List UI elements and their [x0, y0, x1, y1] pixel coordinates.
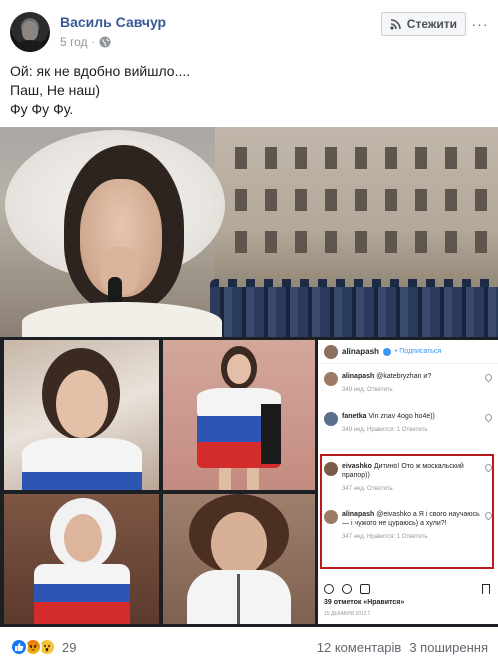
bookmark-icon [482, 584, 490, 594]
photo-tricolour-jacket [163, 340, 315, 490]
ig-comment-user: alinapash [342, 511, 375, 518]
heart-icon [483, 462, 494, 473]
facebook-post: Василь Савчур 5 год · Стежити ··· Ой: як… [0, 0, 498, 671]
rss-icon [390, 19, 401, 30]
more-options-icon[interactable]: ··· [472, 16, 488, 32]
video-still [0, 127, 498, 337]
meta-separator: · [91, 36, 95, 48]
ig-comment-user: fanetka [342, 413, 367, 420]
post-text-line: Паш, Не наш) [10, 82, 101, 98]
shares-count[interactable]: 3 поширення [409, 640, 488, 655]
avatar-face [22, 21, 38, 41]
parade-soldiers [210, 287, 498, 337]
ig-avatar [324, 344, 338, 359]
ig-comment-meta: 347 нед. Нравится: 1 Ответить [342, 534, 428, 540]
heart-icon [483, 372, 494, 383]
ig-comment-text: @katebryzhan и? [376, 373, 432, 380]
comments-count[interactable]: 12 коментарів [317, 640, 402, 655]
post-time[interactable]: 5 год [60, 35, 88, 49]
ig-comment-avatar [324, 412, 338, 426]
ig-likes: 39 отметок «Нравится» [324, 599, 405, 606]
post-image[interactable]: alinapash • Подписаться alinapash @kateb… [0, 127, 498, 627]
ig-comment-meta: 349 нед. Ответить [342, 387, 393, 393]
follow-label: Стежити [406, 17, 457, 31]
ig-comment-avatar [324, 510, 338, 524]
photo-selfie [4, 340, 159, 490]
engagement-counts: 12 коментарів 3 поширення [317, 640, 488, 655]
ig-subscribe: • Подписаться [394, 348, 442, 355]
post-footer: 29 12 коментарів 3 поширення [10, 636, 488, 660]
white-collar [22, 302, 222, 337]
ig-comment-text: Vin znav 4ogo ho4e)) [368, 413, 435, 420]
verified-icon [382, 347, 391, 356]
ig-comment: alinapash @eivashko а Я і свого научаюсь… [318, 510, 498, 542]
heart-icon [483, 412, 494, 423]
reactions[interactable]: 29 [10, 638, 76, 656]
instagram-screenshot: alinapash • Подписаться alinapash @kateb… [318, 340, 498, 624]
ig-comment-user: alinapash [342, 373, 375, 380]
ig-comment-avatar [324, 462, 338, 476]
ig-comment-meta: 347 нед. Ответить [342, 486, 393, 492]
photo-curly-hair [163, 494, 315, 624]
post-text-line: Ой: як не вдобно вийшло.... [10, 63, 191, 79]
photo-hood [4, 494, 159, 624]
ig-comment-avatar [324, 372, 338, 386]
instagram-header: alinapash • Подписаться [318, 340, 498, 364]
like-icon [10, 638, 28, 656]
post-text: Ой: як не вдобно вийшло.... Паш, Не наш)… [10, 62, 488, 119]
heart-outline-icon [324, 584, 334, 594]
ig-date: 15 ДЕКАБРЯ 2012 Г. [324, 611, 372, 617]
ig-comment: eivashko Дитино! Ото ж москальский прапо… [318, 462, 498, 494]
avatar-shoulders [14, 40, 46, 52]
author-name[interactable]: Василь Савчур [60, 14, 166, 30]
ig-comment: fanetka Vin znav 4ogo ho4e)) 349 нед. Нр… [318, 412, 498, 435]
comment-icon [342, 584, 352, 594]
heart-icon [483, 510, 494, 521]
ig-comment-meta: 349 нед. Нравится: 1 Ответить [342, 427, 428, 433]
globe-icon [99, 36, 111, 48]
building [215, 127, 498, 297]
post-header: Василь Савчур 5 год · Стежити ··· [10, 10, 488, 54]
ig-actions [324, 584, 370, 594]
ig-comment-user: eivashko [342, 463, 372, 470]
follow-button[interactable]: Стежити [380, 12, 466, 36]
post-text-line: Фу Фу Фу. [10, 101, 74, 117]
avatar[interactable] [10, 12, 50, 52]
post-meta: 5 год · [60, 35, 111, 49]
ig-username: alinapash [342, 347, 379, 356]
share-icon [360, 584, 370, 594]
reaction-count[interactable]: 29 [62, 640, 76, 655]
ig-comment: alinapash @katebryzhan и? 349 нед. Ответ… [318, 372, 498, 395]
